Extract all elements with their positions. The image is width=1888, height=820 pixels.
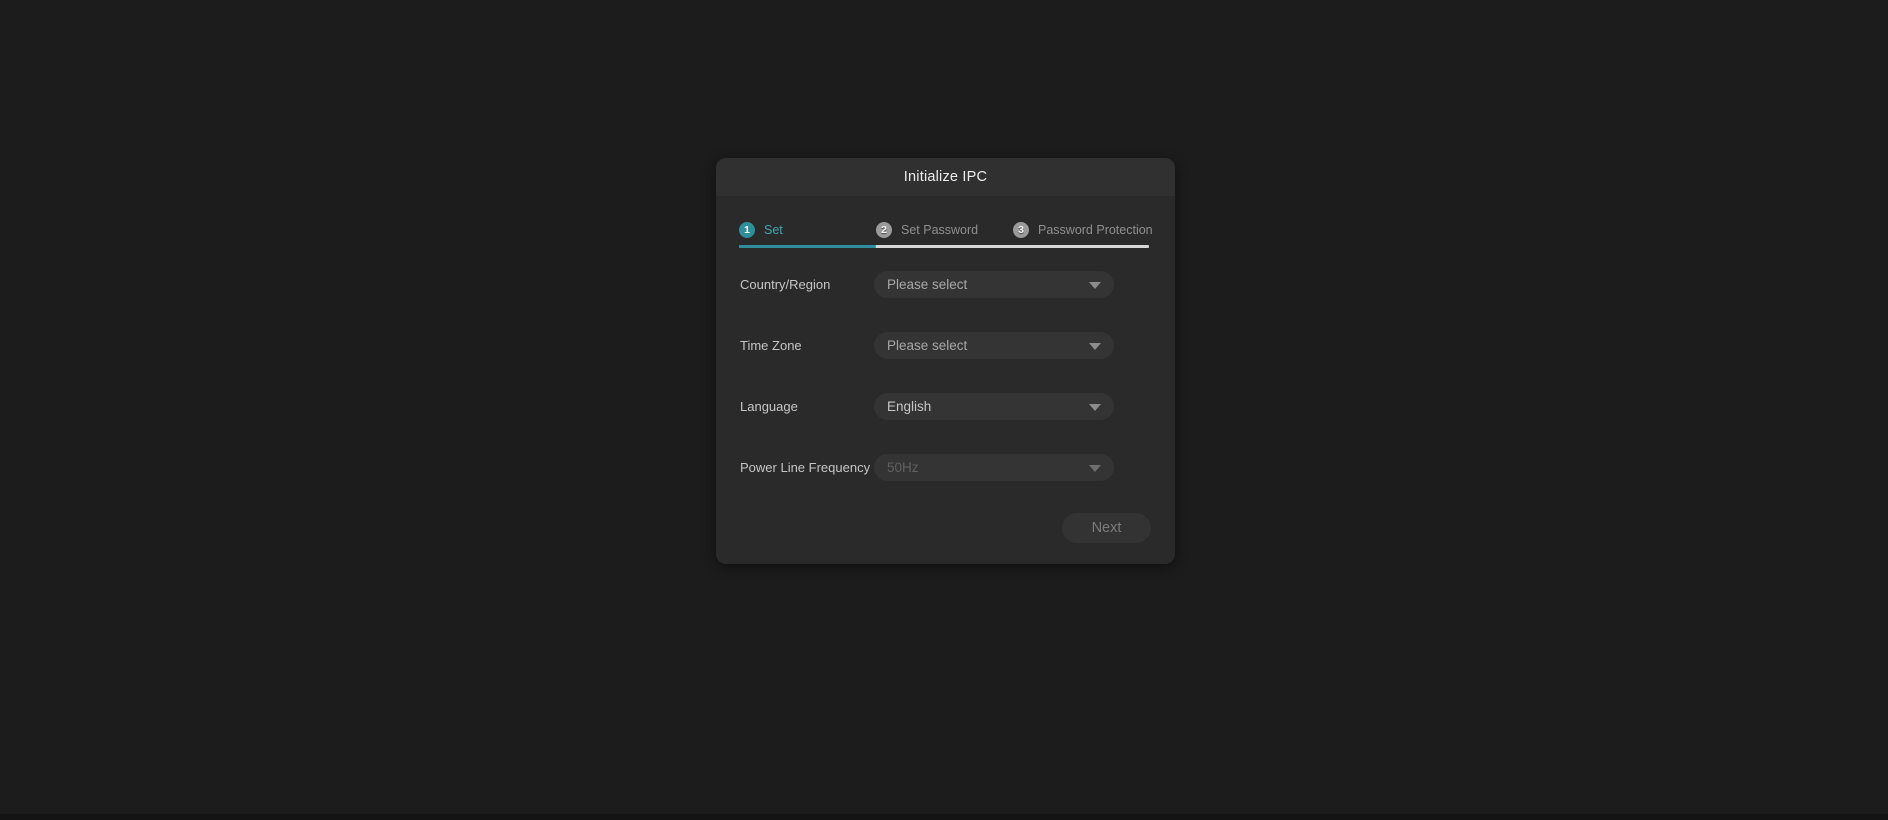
field-label: Power Line Frequency: [740, 459, 871, 475]
initialize-ipc-dialog: Initialize IPC 1 Set 2 Set Password 3 Pa…: [716, 158, 1175, 564]
select-value: 50Hz: [887, 460, 919, 475]
step-progress-fill: [739, 245, 876, 248]
field-label: Country/Region: [740, 276, 831, 292]
select-value: Please select: [887, 338, 968, 353]
field-row-language: Language English: [740, 393, 1151, 420]
next-button[interactable]: Next: [1062, 513, 1151, 543]
step-label: Set Password: [901, 223, 979, 237]
country-region-select[interactable]: Please select: [874, 271, 1114, 298]
chevron-down-icon: [1089, 342, 1101, 350]
step-progress-bar: [739, 245, 1149, 248]
chevron-down-icon: [1089, 281, 1101, 289]
chevron-down-icon: [1089, 403, 1101, 411]
power-line-frequency-select: 50Hz: [874, 454, 1114, 481]
dialog-title: Initialize IPC: [903, 169, 988, 185]
step-indicator: 1 Set 2 Set Password 3 Password Protecti…: [739, 222, 1153, 238]
step-label: Set: [764, 223, 783, 237]
select-value: Please select: [887, 277, 968, 292]
step-label: Password Protection: [1038, 223, 1153, 237]
step-item-set: 1 Set: [739, 222, 876, 238]
step-item-password-protection: 3 Password Protection: [1013, 222, 1153, 238]
field-label: Language: [740, 398, 798, 414]
step-number-badge: 1: [739, 222, 755, 238]
page-background: Initialize IPC 1 Set 2 Set Password 3 Pa…: [0, 0, 1888, 820]
select-value: English: [887, 399, 932, 414]
step-number-badge: 2: [876, 222, 892, 238]
bottom-edge-strip: [0, 814, 1888, 820]
step-item-set-password: 2 Set Password: [876, 222, 1013, 238]
field-row-country-region: Country/Region Please select: [740, 271, 1151, 298]
field-row-power-line-frequency: Power Line Frequency 50Hz: [740, 454, 1151, 481]
chevron-down-icon: [1089, 464, 1101, 472]
field-label: Time Zone: [740, 337, 802, 353]
field-row-time-zone: Time Zone Please select: [740, 332, 1151, 359]
step-number-badge: 3: [1013, 222, 1029, 238]
dialog-titlebar: Initialize IPC: [716, 158, 1175, 196]
language-select[interactable]: English: [874, 393, 1114, 420]
time-zone-select[interactable]: Please select: [874, 332, 1114, 359]
